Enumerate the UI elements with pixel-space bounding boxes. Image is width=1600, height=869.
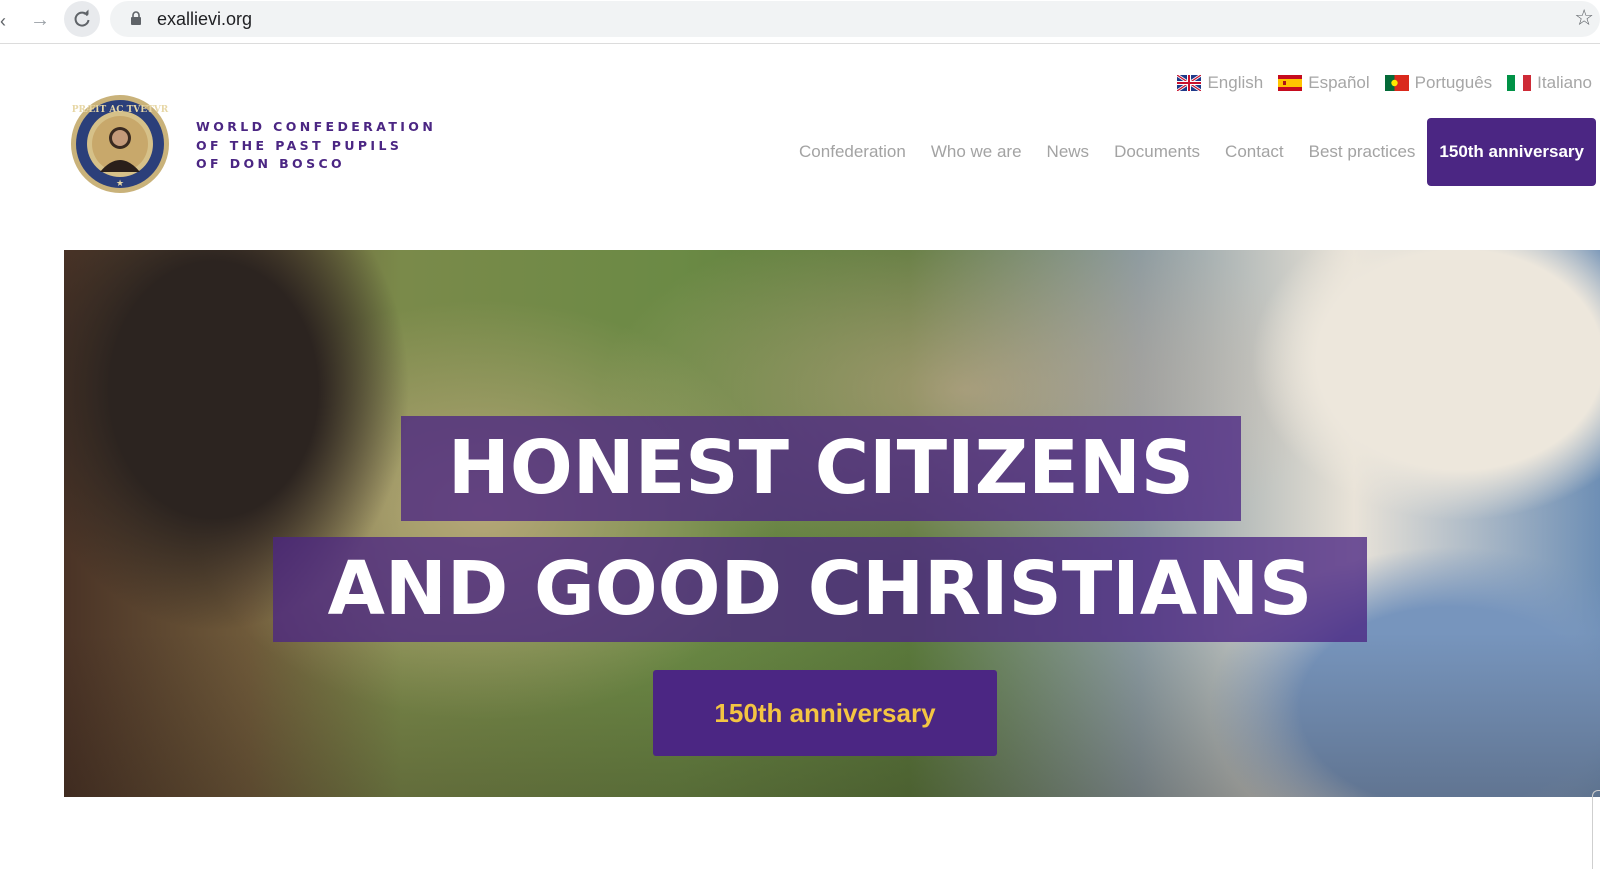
- lock-icon: [131, 11, 141, 25]
- hero-headline-line-1: HONEST CITIZENS: [401, 416, 1241, 521]
- nav-anniversary-button[interactable]: 150th anniversary: [1427, 118, 1596, 186]
- italy-flag-icon: [1507, 75, 1532, 91]
- back-icon[interactable]: ‹: [0, 10, 10, 32]
- lang-label: Italiano: [1537, 73, 1592, 92]
- lang-label: Português: [1414, 73, 1493, 92]
- logo-motto: PRÆIT AC TVETVR: [72, 105, 169, 115]
- bookmark-star-icon[interactable]: ☆: [1574, 5, 1594, 31]
- spain-flag-icon: [1278, 75, 1303, 91]
- brand-line: WORLD CONFEDERATION: [196, 119, 437, 134]
- reload-button[interactable]: [64, 1, 100, 37]
- hero-headline-line-2: AND GOOD CHRISTIANS: [273, 537, 1367, 642]
- lang-italian[interactable]: Italiano: [1507, 73, 1592, 93]
- url-text: exallievi.org: [157, 9, 253, 29]
- don-bosco-seal-icon: PRÆIT AC TVETVR ★: [71, 95, 169, 193]
- forward-icon[interactable]: →: [28, 8, 52, 32]
- nav-documents[interactable]: Documents: [1114, 142, 1200, 162]
- svg-text:★: ★: [116, 178, 124, 188]
- brand-name[interactable]: WORLD CONFEDERATION OF THE PAST PUPILS O…: [196, 118, 436, 174]
- main-nav: Confederation Who we are News Documents …: [774, 118, 1596, 186]
- language-switcher: English Español Português Italiano: [1162, 72, 1592, 94]
- lang-english[interactable]: English: [1177, 73, 1263, 93]
- portugal-flag-icon: [1384, 75, 1409, 91]
- lang-label: English: [1207, 73, 1264, 92]
- scrollbar[interactable]: [1592, 790, 1600, 869]
- nav-confederation[interactable]: Confederation: [799, 142, 906, 162]
- nav-best-practices[interactable]: Best practices: [1309, 142, 1416, 162]
- reload-icon: [74, 9, 90, 27]
- nav-news[interactable]: News: [1047, 142, 1090, 162]
- lang-label: Español: [1308, 73, 1370, 92]
- brand-line: OF THE PAST PUPILS: [196, 137, 403, 153]
- lang-portuguese[interactable]: Português: [1384, 73, 1493, 93]
- nav-contact[interactable]: Contact: [1225, 142, 1284, 162]
- browser-toolbar: ‹ → exallievi.org ☆: [0, 0, 1600, 44]
- hero-banner: HONEST CITIZENS AND GOOD CHRISTIANS 150t…: [64, 250, 1600, 797]
- hero-anniversary-button[interactable]: 150th anniversary: [653, 670, 997, 756]
- uk-flag-icon: [1177, 75, 1202, 91]
- lang-spanish[interactable]: Español: [1278, 73, 1370, 93]
- site-logo[interactable]: PRÆIT AC TVETVR ★: [70, 94, 170, 194]
- brand-line: OF DON BOSCO: [196, 156, 346, 171]
- address-bar[interactable]: exallievi.org ☆: [110, 1, 1600, 37]
- nav-who-we-are[interactable]: Who we are: [931, 142, 1022, 162]
